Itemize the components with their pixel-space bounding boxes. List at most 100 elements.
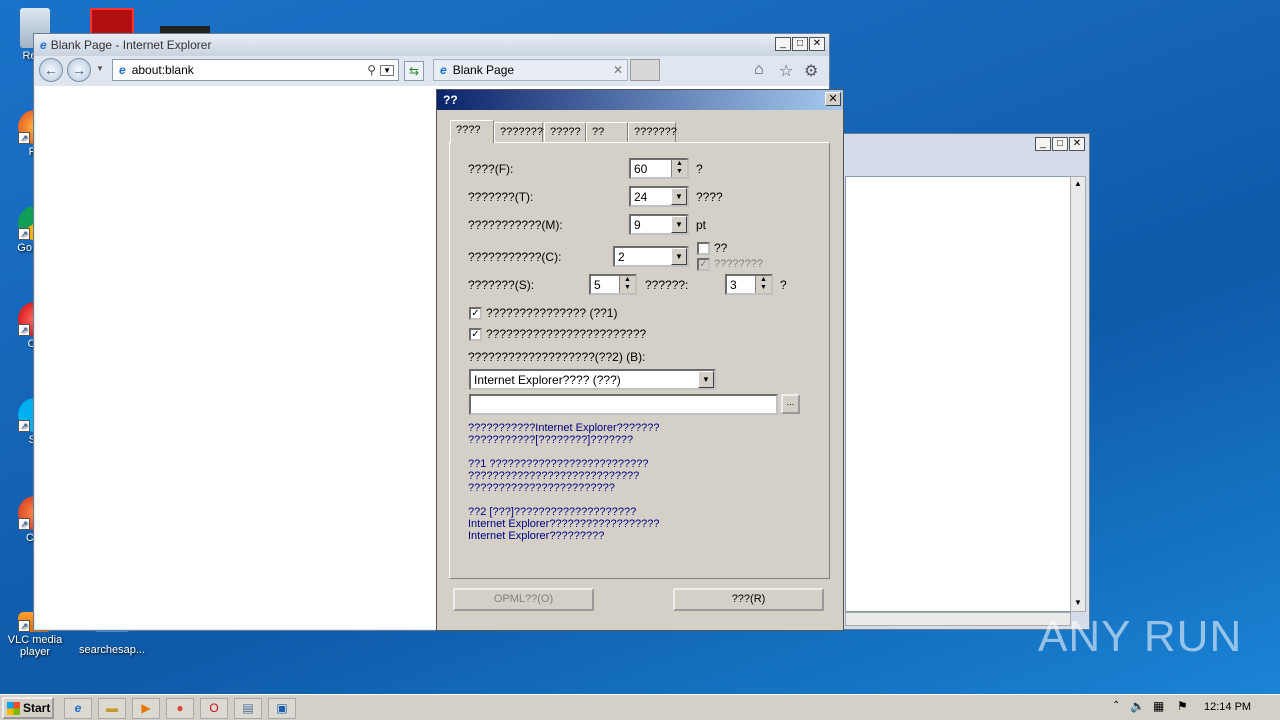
info-text-1: ???????????Internet Explorer??????? ????… (468, 422, 660, 446)
scroll-down-icon[interactable]: ▼ (1071, 596, 1085, 610)
forward-button[interactable]: → (67, 58, 91, 82)
maximize-button[interactable]: □ (1052, 137, 1068, 151)
browser-value: Internet Explorer???? (???) (474, 373, 621, 387)
browser-select[interactable]: Internet Explorer???? (???) ▼ (469, 369, 716, 390)
option2-checkbox[interactable]: ✓ (469, 328, 482, 341)
history-dropdown-icon[interactable]: ▼ (96, 64, 104, 73)
settings-gear-icon[interactable]: ⚙ (804, 61, 818, 81)
window-controls: _ □ ✕ (1035, 137, 1085, 151)
close-button[interactable]: ✕ (1069, 137, 1085, 151)
stepper-arrows-icon[interactable]: ▲ ▼ (755, 276, 771, 293)
browser-tab[interactable]: e Blank Page ✕ (433, 59, 628, 81)
font-size-value: 9 (634, 218, 641, 232)
chevron-down-icon[interactable]: ▼ (671, 248, 687, 265)
volume-icon[interactable]: 🔈 (1130, 699, 1145, 713)
minimize-button[interactable]: _ (775, 37, 791, 51)
flag-icon[interactable]: ⚑ (1177, 699, 1188, 713)
minimize-button[interactable]: _ (1035, 137, 1051, 151)
ie-page-icon: e (440, 63, 447, 77)
columns-value: 2 (618, 250, 625, 264)
window-controls: _ □ ✕ (775, 37, 825, 51)
interval-stepper[interactable]: 60 ▲ ▼ (629, 158, 689, 179)
start-button[interactable]: Start (2, 697, 54, 719)
vertical-scrollbar[interactable]: ▲ (1070, 176, 1086, 612)
ie-titlebar[interactable]: e Blank Page - Internet Explorer (34, 34, 829, 56)
refresh-button[interactable]: ⇆ (404, 61, 424, 81)
interval-label: ????(F): (468, 162, 514, 176)
ie-page-icon: e (119, 63, 126, 77)
columns-select[interactable]: 2 ▼ (613, 246, 689, 267)
address-bar[interactable]: e about:blank ⚲ ▼ (112, 59, 399, 81)
speed-label: ???????(S): (468, 278, 535, 292)
font-size-select[interactable]: 9 ▼ (629, 214, 689, 235)
opml-button[interactable]: OPML??(O) (453, 588, 594, 611)
desktop-icon-searchesap[interactable]: searchesap... (74, 628, 150, 656)
desktop-icon-label: VLC media player (7, 634, 63, 658)
chevron-down-icon[interactable]: ▼ (698, 371, 714, 388)
dialog-close-button[interactable]: ✕ (825, 92, 841, 106)
watermark-text: ANY RUN (1038, 612, 1243, 661)
keep-unit: ???? (696, 190, 723, 204)
maximize-button[interactable]: □ (792, 37, 808, 51)
background-window[interactable]: _ □ ✕ ▲ ▼ (838, 133, 1090, 630)
taskbar-explorer-icon[interactable]: ▬ (98, 698, 126, 719)
tab-3[interactable]: ????? (544, 122, 586, 142)
search-icon[interactable]: ⚲ (367, 63, 376, 77)
reset-label: ???(R) (731, 593, 766, 605)
taskbar: Start e ▬ ▶ ● O ▤ ▣ ⌃ 🔈 ▦ ⚑ 12:14 PM (0, 694, 1280, 720)
shortcut-arrow-icon: ↗ (18, 518, 30, 530)
checkbox-b[interactable]: ✓ (697, 258, 710, 271)
taskbar-chrome-icon[interactable]: ● (166, 698, 194, 719)
new-tab-button[interactable] (630, 59, 660, 81)
info-text-3: ??2 [???]???????????????????? Internet E… (468, 506, 660, 542)
keep-select[interactable]: 24 ▼ (629, 186, 689, 207)
stepper-arrows-icon[interactable]: ▲ ▼ (619, 276, 635, 293)
keep-value: 24 (634, 190, 648, 204)
checkbox-a[interactable] (697, 242, 710, 255)
address-dropdown-icon[interactable]: ▼ (380, 64, 394, 76)
speed-stepper[interactable]: 5 ▲ ▼ (589, 274, 637, 295)
stepper-arrows-icon[interactable]: ▲ ▼ (671, 160, 687, 177)
taskbar-opera-icon[interactable]: O (200, 698, 228, 719)
address-text: about:blank (131, 63, 194, 77)
home-icon[interactable]: ⌂ (754, 61, 764, 79)
reset-button[interactable]: ???(R) (673, 588, 824, 611)
tab-5[interactable]: ??????? (628, 122, 677, 142)
forward-arrow-icon: → (67, 58, 91, 82)
chevron-down-icon[interactable]: ▼ (671, 216, 687, 233)
option1-checkbox[interactable]: ✓ (469, 307, 482, 320)
tab-label: ???? (456, 124, 481, 136)
taskbar-ie-icon[interactable]: e (64, 698, 92, 719)
tab-label: ???????? (500, 126, 549, 138)
tab-close-icon[interactable]: ✕ (613, 63, 623, 77)
checkbox-b-label: ???????? (714, 258, 763, 270)
taskbar-notepad-icon[interactable]: ▤ (234, 698, 262, 719)
tab-label: ??????? (634, 126, 677, 138)
shortcut-arrow-icon: ↗ (18, 324, 30, 336)
back-button[interactable]: ← (39, 58, 63, 82)
tab-4[interactable]: ?? (586, 122, 628, 142)
dialog-titlebar[interactable]: ?? ✕ (437, 90, 843, 110)
speed2-stepper[interactable]: 3 ▲ ▼ (725, 274, 773, 295)
scroll-up-icon[interactable]: ▲ (1071, 177, 1085, 191)
taskbar-app-icon[interactable]: ▣ (268, 698, 296, 719)
clock[interactable]: 12:14 PM (1204, 701, 1251, 713)
shortcut-arrow-icon: ↗ (18, 132, 30, 144)
ie-logo-icon: e (40, 38, 47, 52)
watermark: ANY RUN (1038, 612, 1242, 662)
interval-value: 60 (634, 162, 648, 176)
chevron-down-icon[interactable]: ▼ (671, 188, 687, 205)
shortcut-arrow-icon: ↗ (18, 420, 30, 432)
close-button[interactable]: ✕ (809, 37, 825, 51)
browse-button[interactable]: ... (781, 394, 800, 414)
favorites-star-icon[interactable]: ☆ (779, 61, 793, 81)
tray-chevron-icon[interactable]: ⌃ (1112, 700, 1120, 711)
keep-label: ???????(T): (468, 190, 534, 204)
tab-general[interactable]: ???? (450, 120, 494, 143)
tab-2[interactable]: ???????? (494, 122, 549, 142)
browser-path-input[interactable] (469, 394, 778, 415)
taskbar-media-player-icon[interactable]: ▶ (132, 698, 160, 719)
network-icon[interactable]: ▦ (1153, 699, 1164, 713)
option2-label: ???????????????????????? (486, 327, 647, 341)
speed-value: 5 (594, 278, 601, 292)
